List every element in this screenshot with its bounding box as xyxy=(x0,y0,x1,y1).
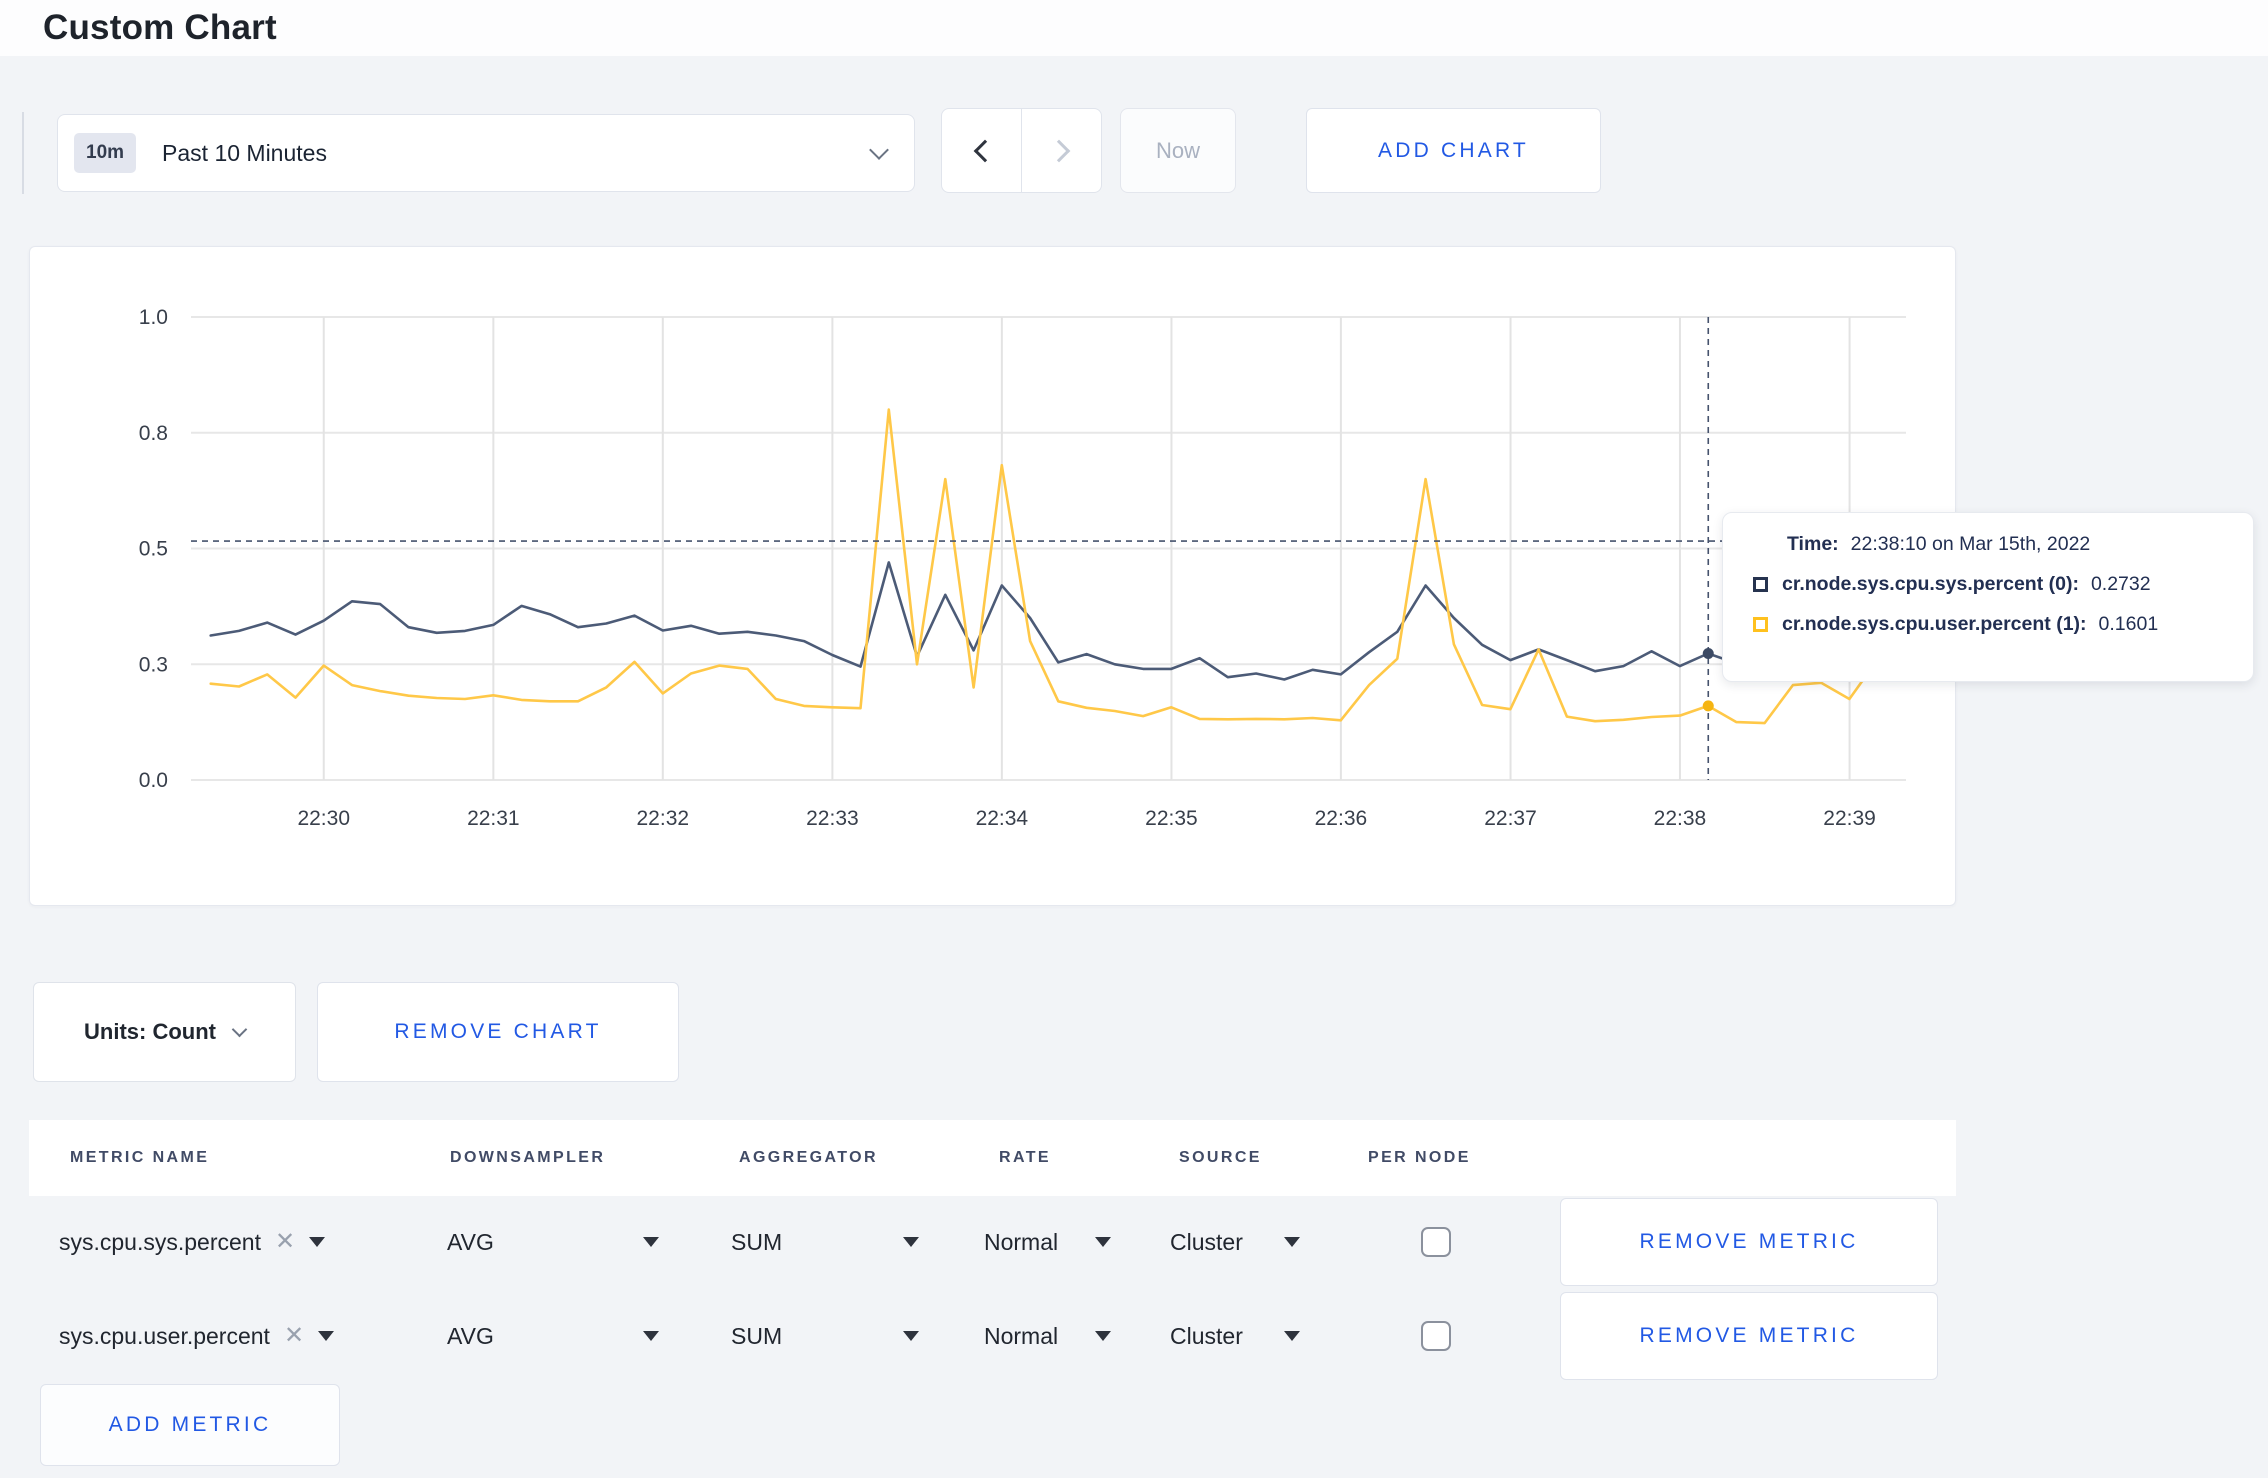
col-header-downsampler: DOWNSAMPLER xyxy=(450,1149,606,1166)
remove-chart-button[interactable]: REMOVE CHART xyxy=(317,982,679,1082)
caret-down-icon xyxy=(903,1331,919,1341)
metric-name-select[interactable]: sys.cpu.user.percent ✕ xyxy=(59,1290,335,1382)
svg-text:0.8: 0.8 xyxy=(139,422,168,445)
time-range-select[interactable]: 10m Past 10 Minutes xyxy=(57,114,915,192)
downsampler-select[interactable]: AVG xyxy=(447,1196,659,1288)
time-range-label: Past 10 Minutes xyxy=(162,139,327,166)
svg-text:22:32: 22:32 xyxy=(637,807,690,830)
caret-down-icon xyxy=(643,1331,659,1341)
series-swatch-sys xyxy=(1753,577,1768,592)
col-header-per-node: PER NODE xyxy=(1368,1149,1471,1166)
aggregator-select[interactable]: SUM xyxy=(731,1290,919,1382)
next-range-button[interactable] xyxy=(1021,109,1101,192)
remove-metric-button[interactable]: REMOVE METRIC xyxy=(1560,1292,1938,1380)
chevron-left-icon xyxy=(973,139,996,162)
custom-chart-page: { "page_title": "Custom Chart", "toolbar… xyxy=(0,0,2268,1478)
tooltip-time: Time: 22:38:10 on Mar 15th, 2022 xyxy=(1787,533,2091,555)
add-metric-button[interactable]: ADD METRIC xyxy=(40,1384,340,1466)
rate-select[interactable]: Normal xyxy=(984,1196,1111,1288)
caret-down-icon xyxy=(1095,1237,1111,1247)
caret-down-icon xyxy=(309,1237,326,1247)
svg-text:22:39: 22:39 xyxy=(1823,807,1876,830)
col-header-rate: RATE xyxy=(999,1149,1051,1166)
time-range-arrows xyxy=(941,108,1102,193)
source-select[interactable]: Cluster xyxy=(1170,1290,1300,1382)
caret-down-icon xyxy=(1095,1331,1111,1341)
clear-metric-icon[interactable]: ✕ xyxy=(275,1230,295,1254)
units-select[interactable]: Units: Count xyxy=(33,982,296,1082)
tooltip-series-row: cr.node.sys.cpu.user.percent (1): 0.1601 xyxy=(1753,613,2229,636)
add-chart-button[interactable]: ADD CHART xyxy=(1306,108,1601,193)
time-range-badge: 10m xyxy=(74,133,137,173)
caret-down-icon xyxy=(1284,1237,1300,1247)
chevron-right-icon xyxy=(1047,139,1070,162)
now-button[interactable]: Now xyxy=(1120,108,1236,193)
chart-svg[interactable]: 0.0 0.3 0.5 0.8 1.0 22:30 22:31 22:32 22:33 22:34… xyxy=(30,247,1955,905)
col-header-metric-name: METRIC NAME xyxy=(70,1149,210,1166)
caret-down-icon xyxy=(1284,1331,1300,1341)
svg-text:22:33: 22:33 xyxy=(806,807,859,830)
table-row: sys.cpu.sys.percent ✕ AVG SUM Normal Clu… xyxy=(29,1196,1956,1288)
downsampler-select[interactable]: AVG xyxy=(447,1290,659,1382)
source-select[interactable]: Cluster xyxy=(1170,1196,1300,1288)
metric-name-select[interactable]: sys.cpu.sys.percent ✕ xyxy=(59,1196,326,1288)
chart-panel: 0.0 0.3 0.5 0.8 1.0 22:30 22:31 22:32 22:33 22:34… xyxy=(29,246,1956,906)
per-node-checkbox[interactable] xyxy=(1421,1227,1451,1257)
metrics-table-header: METRIC NAME DOWNSAMPLER AGGREGATOR RATE … xyxy=(29,1120,1956,1196)
toolbar-divider xyxy=(22,112,24,194)
caret-down-icon xyxy=(643,1237,659,1247)
svg-text:1.0: 1.0 xyxy=(139,306,168,329)
chevron-down-icon xyxy=(231,1021,248,1037)
top-strip xyxy=(0,0,2268,56)
tooltip-series-row: cr.node.sys.cpu.sys.percent (0): 0.2732 xyxy=(1753,573,2229,596)
prev-range-button[interactable] xyxy=(942,109,1021,192)
page-title: Custom Chart xyxy=(43,8,277,47)
table-row: sys.cpu.user.percent ✕ AVG SUM Normal Cl… xyxy=(29,1290,1956,1382)
svg-text:22:31: 22:31 xyxy=(467,807,520,830)
svg-text:0.3: 0.3 xyxy=(139,653,168,676)
per-node-checkbox[interactable] xyxy=(1421,1321,1451,1351)
svg-text:22:38: 22:38 xyxy=(1654,807,1707,830)
svg-text:0.5: 0.5 xyxy=(139,538,168,561)
svg-text:0.0: 0.0 xyxy=(139,769,168,792)
chevron-down-icon xyxy=(869,140,889,160)
series-swatch-user xyxy=(1753,617,1768,632)
col-header-source: SOURCE xyxy=(1179,1149,1262,1166)
svg-text:22:36: 22:36 xyxy=(1315,807,1368,830)
aggregator-select[interactable]: SUM xyxy=(731,1196,919,1288)
remove-metric-button[interactable]: REMOVE METRIC xyxy=(1560,1198,1938,1286)
clear-metric-icon[interactable]: ✕ xyxy=(284,1324,304,1348)
svg-text:22:35: 22:35 xyxy=(1145,807,1198,830)
chart-tooltip: Time: 22:38:10 on Mar 15th, 2022 cr.node.… xyxy=(1722,512,2254,682)
rate-select[interactable]: Normal xyxy=(984,1290,1111,1382)
svg-text:22:30: 22:30 xyxy=(297,807,350,830)
caret-down-icon xyxy=(318,1331,335,1341)
col-header-aggregator: AGGREGATOR xyxy=(739,1149,878,1166)
svg-text:22:34: 22:34 xyxy=(976,807,1029,830)
svg-text:22:37: 22:37 xyxy=(1484,807,1537,830)
caret-down-icon xyxy=(903,1237,919,1247)
